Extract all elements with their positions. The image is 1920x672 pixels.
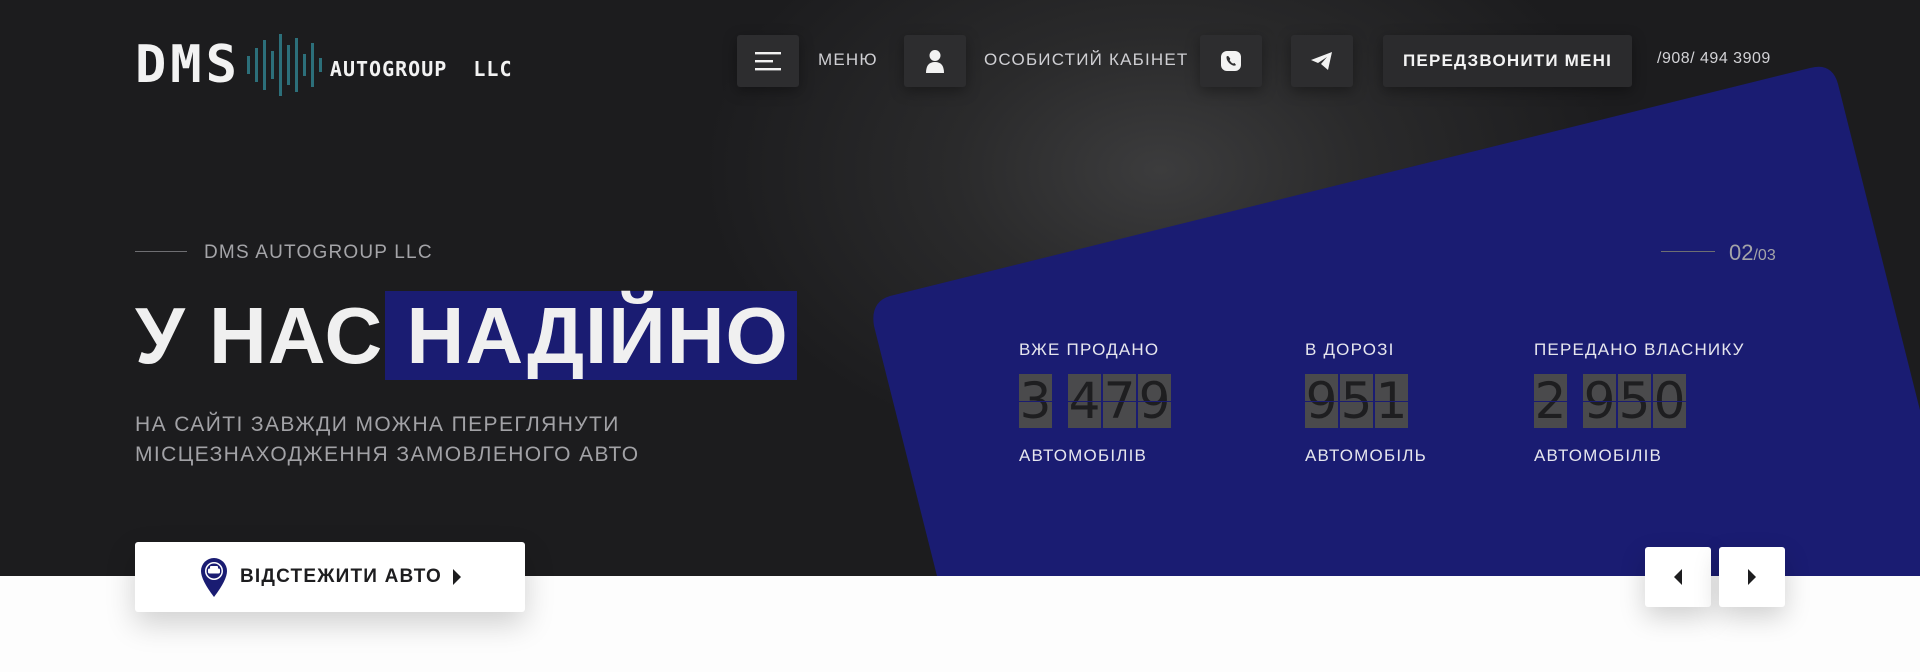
slide-total: /03: [1753, 247, 1776, 264]
hero-kicker: DMS AUTOGROUP LLC: [204, 242, 433, 263]
stat-sold: ВЖЕ ПРОДАНО 3479 АВТОМОБІЛІВ: [1019, 340, 1173, 466]
caret-left-icon: [1674, 569, 1682, 585]
telegram-icon: [1311, 52, 1332, 70]
hero-subtitle-line: НА САЙТІ ЗАВЖДИ МОЖНА ПЕРЕГЛЯНУТИ: [135, 413, 620, 436]
brand-logo[interactable]: DMS AUTOGROUP LLC: [135, 32, 513, 98]
hero-slider: DMS AUTOGROUP LLC МЕНЮ ОСОБИСТИЙ КАБІНЕТ: [0, 0, 1920, 576]
track-car-button[interactable]: ВІДСТЕЖИТИ АВТО: [135, 542, 525, 612]
phone-number[interactable]: /908/ 494 3909: [1657, 50, 1771, 68]
logo-suffix-text: AUTOGROUP LLC: [329, 57, 513, 81]
hamburger-menu-icon: [755, 52, 781, 71]
counter-digit: 9: [1583, 372, 1616, 430]
slide-counter: 02/03: [1729, 240, 1776, 266]
stat-counter: 3479: [1019, 374, 1173, 430]
digit-group-gap: [1054, 374, 1068, 430]
stat-label: В ДОРОЗІ: [1305, 340, 1395, 359]
viber-button[interactable]: [1200, 35, 1262, 87]
stat-label: ВЖЕ ПРОДАНО: [1019, 340, 1160, 359]
location-pin-car-icon: [200, 558, 227, 597]
counter-digit: 7: [1103, 372, 1136, 430]
stat-on-the-way: В ДОРОЗІ 951 АВТОМОБІЛЬ: [1305, 340, 1427, 466]
hero-title: У НАС НАДІЙНО: [135, 290, 797, 382]
slider-next-button[interactable]: [1719, 547, 1785, 607]
page: DMS AUTOGROUP LLC МЕНЮ ОСОБИСТИЙ КАБІНЕТ: [0, 0, 1920, 672]
counter-digit: 9: [1138, 372, 1171, 430]
callback-button[interactable]: ПЕРЕДЗВОНИТИ МЕНІ: [1383, 35, 1632, 87]
hero-title-plain: У НАС: [135, 291, 407, 380]
caret-right-icon: [453, 569, 462, 585]
stat-unit: АВТОМОБІЛІВ: [1534, 446, 1663, 465]
hero-subtitle-line: МІСЦЕЗНАХОДЖЕННЯ ЗАМОВЛЕНОГО АВТО: [135, 443, 640, 466]
cabinet-button[interactable]: [904, 35, 966, 87]
cabinet-label[interactable]: ОСОБИСТИЙ КАБІНЕТ: [984, 50, 1189, 70]
counter-digit: 5: [1340, 372, 1373, 430]
slide-current: 02: [1729, 240, 1754, 265]
counter-digit: 4: [1068, 372, 1101, 430]
counter-digit: 2: [1534, 372, 1567, 430]
viber-phone-icon: [1221, 51, 1241, 71]
slider-prev-button[interactable]: [1645, 547, 1711, 607]
digit-group-gap: [1569, 374, 1583, 430]
stat-counter: 951: [1305, 374, 1427, 430]
menu-label[interactable]: МЕНЮ: [818, 50, 878, 70]
counter-digit: 1: [1375, 372, 1408, 430]
callback-label: ПЕРЕДЗВОНИТИ МЕНІ: [1402, 51, 1612, 70]
hero-subtitle: НА САЙТІ ЗАВЖДИ МОЖНА ПЕРЕГЛЯНУТИ МІСЦЕЗ…: [135, 410, 755, 470]
user-icon: [926, 50, 944, 73]
counter-digit: 3: [1019, 372, 1052, 430]
logo-soundwave-icon: [246, 34, 322, 96]
stat-delivered: ПЕРЕДАНО ВЛАСНИКУ 2950 АВТОМОБІЛІВ: [1534, 340, 1745, 466]
hero-title-highlight: НАДІЙНО: [384, 291, 797, 380]
logo-dms-text: DMS: [135, 35, 241, 95]
counter-digit: 5: [1618, 372, 1651, 430]
track-car-label: ВІДСТЕЖИТИ АВТО: [239, 566, 443, 587]
stat-label: ПЕРЕДАНО ВЛАСНИКУ: [1534, 340, 1745, 359]
kicker-line: [135, 251, 187, 252]
counter-digit: 9: [1305, 372, 1338, 430]
stat-unit: АВТОМОБІЛЬ: [1305, 446, 1427, 465]
menu-button[interactable]: [737, 35, 799, 87]
caret-right-icon: [1748, 569, 1756, 585]
telegram-button[interactable]: [1291, 35, 1353, 87]
stat-counter: 2950: [1534, 374, 1745, 430]
counter-digit: 0: [1653, 372, 1686, 430]
slide-counter-line: [1661, 251, 1715, 252]
stat-unit: АВТОМОБІЛІВ: [1019, 446, 1148, 465]
